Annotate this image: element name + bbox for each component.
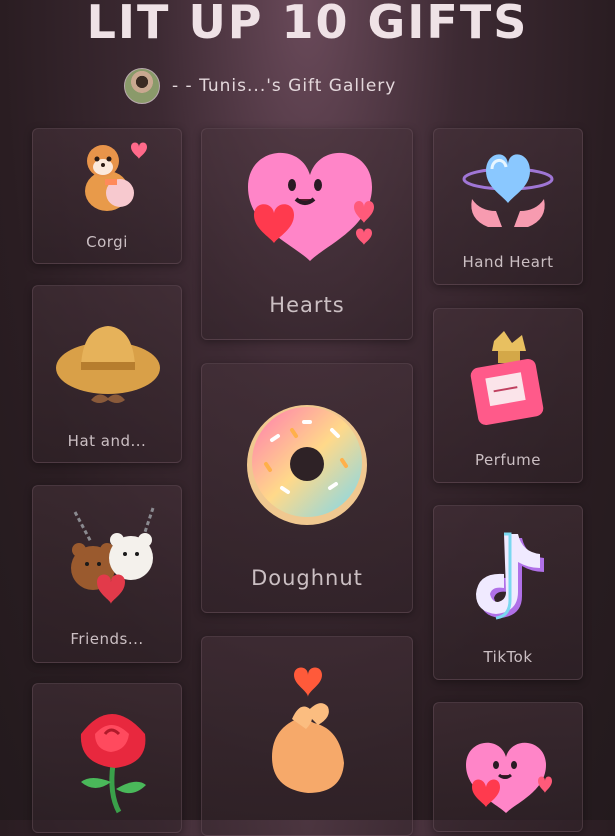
gift-card-rose[interactable] [32,683,182,833]
gallery-owner-row[interactable]: - - Tunis...'s Gift Gallery [124,68,396,104]
hat-mustache-icon [56,326,160,403]
rose-icon [80,714,146,814]
gift-card-friends[interactable]: Friends... [32,485,182,663]
heart-character-icon [248,152,374,261]
bears-friends-icon [71,507,155,604]
gift-card-finger-heart[interactable] [201,636,413,836]
tiktok-icon [476,532,544,620]
gift-label: Corgi [86,233,128,251]
page-title: LIT UP 10 GIFTS [86,0,529,49]
hand-heart-icon [462,154,554,227]
perfume-icon [470,331,544,426]
gift-card-hand-heart[interactable]: Hand Heart [433,128,583,285]
gift-label: Perfume [474,451,542,469]
gift-card-hat[interactable]: Hat and... [32,285,182,463]
heart-character-icon [466,742,552,813]
doughnut-icon [247,405,367,525]
gift-card-perfume[interactable]: Perfume [433,308,583,483]
gift-label: Friends... [70,630,144,648]
gift-label: TikTok [483,648,533,666]
finger-heart-icon [272,667,344,793]
gift-label: Hand Heart [462,253,554,271]
gift-label: Hearts [269,293,345,317]
gallery-owner-label: - - Tunis...'s Gift Gallery [172,76,397,96]
gift-label: Hat and... [67,432,147,450]
gift-label: Doughnut [251,566,363,590]
corgi-icon [85,142,147,211]
gift-card-doughnut[interactable]: Doughnut [201,363,413,613]
gift-card-hearts[interactable]: Hearts [201,128,413,340]
gift-card-hearts-2[interactable] [433,702,583,832]
avatar[interactable] [124,68,160,104]
gift-card-corgi[interactable]: Corgi [32,128,182,264]
gift-card-tiktok[interactable]: TikTok [433,505,583,680]
